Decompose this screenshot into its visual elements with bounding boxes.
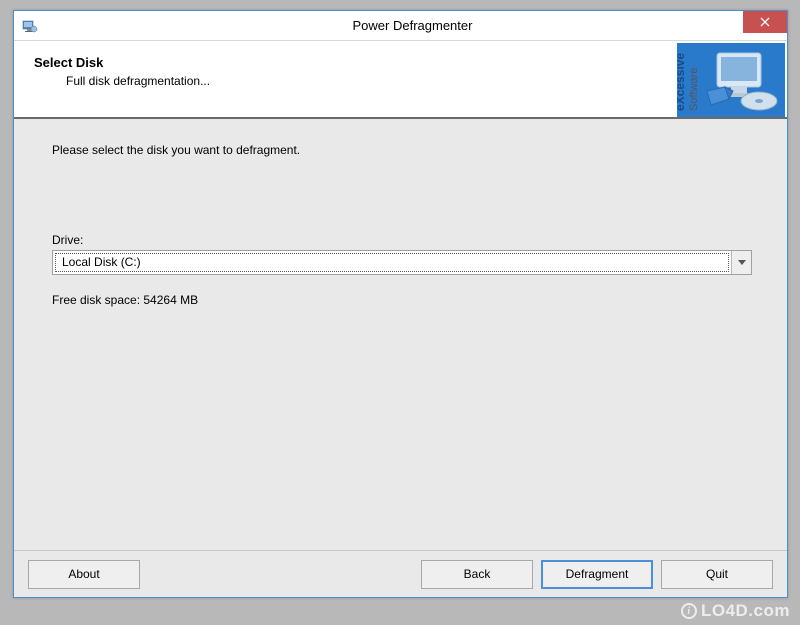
svg-text:Software: Software	[688, 68, 700, 111]
about-button[interactable]: About	[28, 560, 140, 589]
back-button[interactable]: Back	[421, 560, 533, 589]
quit-button[interactable]: Quit	[661, 560, 773, 589]
drive-select[interactable]: Local Disk (C:)	[52, 250, 752, 275]
step-subtitle: Full disk defragmentation...	[66, 74, 677, 88]
instruction-text: Please select the disk you want to defra…	[52, 143, 757, 157]
step-title: Select Disk	[34, 55, 677, 70]
dropdown-arrow[interactable]	[731, 251, 751, 274]
app-icon	[22, 18, 38, 34]
watermark: i LO4D.com	[681, 601, 790, 621]
info-icon: i	[681, 603, 697, 619]
drive-label: Drive:	[52, 233, 757, 247]
defragment-button[interactable]: Defragment	[541, 560, 653, 589]
chevron-down-icon	[738, 260, 746, 266]
close-icon	[760, 17, 770, 27]
app-window: Power Defragmenter Select Disk Full disk…	[13, 10, 788, 598]
brand-logo: eXcessive Software	[677, 43, 785, 117]
watermark-text: LO4D.com	[701, 601, 790, 621]
titlebar[interactable]: Power Defragmenter	[14, 11, 787, 41]
close-button[interactable]	[743, 11, 787, 33]
window-title: Power Defragmenter	[38, 18, 787, 33]
wizard-footer: About Back Defragment Quit	[14, 551, 787, 597]
wizard-content: Please select the disk you want to defra…	[14, 119, 787, 551]
drive-selected-value: Local Disk (C:)	[55, 253, 729, 272]
free-space-text: Free disk space: 54264 MB	[52, 293, 757, 307]
svg-text:eXcessive: eXcessive	[677, 53, 687, 111]
wizard-header: Select Disk Full disk defragmentation...…	[14, 41, 787, 119]
